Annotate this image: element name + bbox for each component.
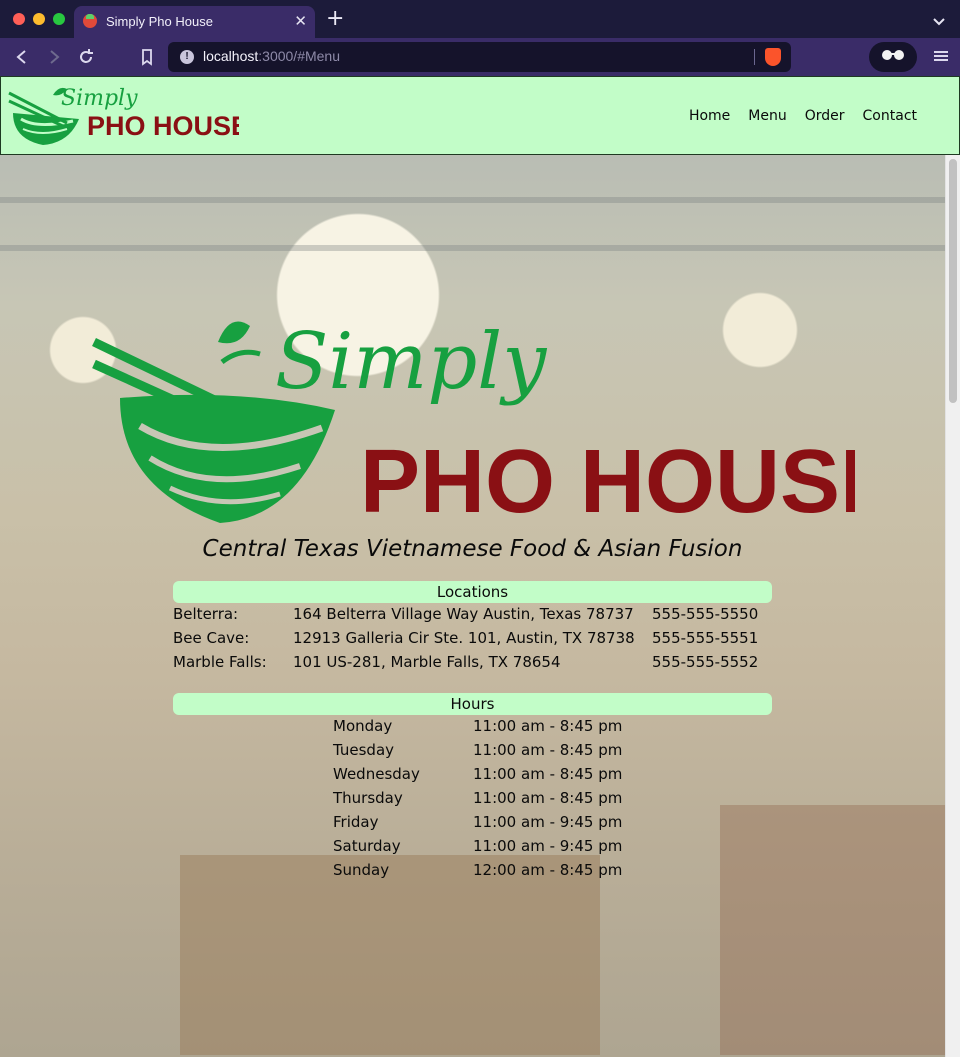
nav-link-order[interactable]: Order [805, 108, 845, 124]
nav-logo-name: PHO HOUSE [87, 111, 239, 141]
hours-day: Tuesday [333, 741, 395, 759]
location-phone[interactable]: 555-555-5550 [652, 605, 758, 623]
page-viewport: Simply PHO HOUSE Home Menu Order Contact [0, 76, 960, 1057]
back-button[interactable] [11, 46, 33, 68]
hours-time: 11:00 am - 9:45 pm [473, 837, 623, 855]
hours-day: Friday [333, 813, 379, 831]
location-name: Belterra: [173, 605, 239, 623]
tagline: Central Texas Vietnamese Food & Asian Fu… [202, 536, 743, 562]
location-address: 164 Belterra Village Way Austin, Texas 7… [293, 605, 634, 623]
reload-icon [80, 49, 93, 63]
forward-arrow-icon [50, 50, 60, 64]
location-row: Bee Cave: 12913 Galleria Cir Ste. 101, A… [173, 629, 773, 653]
hero-section: Simply PHO HOUSE Central Texas Vietnames… [0, 155, 945, 1057]
url-text[interactable]: localhost:3000/#Menu [203, 48, 340, 64]
url-host: localhost [203, 48, 259, 64]
nav-link-home[interactable]: Home [689, 108, 730, 124]
hours-row: Sunday 12:00 am - 8:45 pm [333, 861, 633, 885]
brave-shields-icon[interactable] [765, 48, 781, 66]
hours-time: 11:00 am - 8:45 pm [473, 789, 623, 807]
hours-day: Monday [333, 717, 393, 735]
hero-logo: Simply PHO HOUSE [92, 318, 855, 528]
nav-link-contact[interactable]: Contact [863, 108, 917, 124]
nav-link-menu[interactable]: Menu [748, 108, 786, 124]
hero-logo-name: PHO HOUSE [360, 432, 855, 528]
browser-menu-icon[interactable] [934, 48, 948, 67]
locations-header: Locations [173, 581, 772, 603]
close-window-button[interactable] [13, 13, 25, 25]
tab-list-chevron-icon[interactable] [932, 12, 946, 31]
browser-tab-active[interactable]: Simply Pho House ✕ [74, 6, 315, 38]
bookmark-button[interactable] [136, 46, 158, 68]
hero-logo-script: Simply [275, 318, 547, 407]
hours-row: Tuesday 11:00 am - 8:45 pm [333, 741, 633, 765]
forward-button[interactable] [43, 46, 65, 68]
hours-row: Wednesday 11:00 am - 8:45 pm [333, 765, 633, 789]
hours-day: Wednesday [333, 765, 420, 783]
nav-links: Home Menu Order Contact [671, 108, 917, 124]
hours-time: 11:00 am - 8:45 pm [473, 741, 623, 759]
site-info-icon[interactable]: ! [180, 50, 194, 64]
private-glasses-icon[interactable] [869, 42, 917, 72]
page-scrollbar[interactable] [945, 155, 960, 1057]
hours-row: Friday 11:00 am - 9:45 pm [333, 813, 633, 837]
bowl-favicon-icon [83, 14, 97, 28]
location-name: Marble Falls: [173, 653, 267, 671]
nav-logo-script: Simply [61, 86, 138, 111]
hours-day: Saturday [333, 837, 401, 855]
site-navbar: Simply PHO HOUSE Home Menu Order Contact [0, 76, 960, 155]
address-bar-divider [754, 49, 755, 65]
new-tab-button[interactable]: + [326, 8, 344, 30]
hours-row: Saturday 11:00 am - 9:45 pm [333, 837, 633, 861]
hours-day: Thursday [333, 789, 403, 807]
location-address: 101 US-281, Marble Falls, TX 78654 [293, 653, 561, 671]
hours-time: 11:00 am - 8:45 pm [473, 765, 623, 783]
location-name: Bee Cave: [173, 629, 250, 647]
location-row: Marble Falls: 101 US-281, Marble Falls, … [173, 653, 773, 677]
address-bar[interactable]: ! localhost:3000/#Menu [168, 42, 791, 72]
hours-time: 11:00 am - 9:45 pm [473, 813, 623, 831]
back-arrow-icon [16, 50, 26, 64]
scrollbar-thumb[interactable] [949, 159, 957, 403]
hours-header: Hours [173, 693, 772, 715]
hours-row: Monday 11:00 am - 8:45 pm [333, 717, 633, 741]
maximize-window-button[interactable] [53, 13, 65, 25]
minimize-window-button[interactable] [33, 13, 45, 25]
location-phone[interactable]: 555-555-5552 [652, 653, 758, 671]
bookmark-icon [142, 49, 152, 66]
nav-logo[interactable]: Simply PHO HOUSE [7, 83, 239, 149]
location-row: Belterra: 164 Belterra Village Way Austi… [173, 605, 773, 629]
location-address: 12913 Galleria Cir Ste. 101, Austin, TX … [293, 629, 635, 647]
tab-close-button[interactable]: ✕ [294, 12, 307, 30]
hours-row: Thursday 11:00 am - 8:45 pm [333, 789, 633, 813]
url-path: :3000/#Menu [258, 48, 340, 64]
tab-title: Simply Pho House [106, 14, 213, 29]
hours-day: Sunday [333, 861, 390, 879]
hours-time: 12:00 am - 8:45 pm [473, 861, 623, 879]
browser-tab-bar: Simply Pho House ✕ + [0, 0, 960, 38]
browser-toolbar: ! localhost:3000/#Menu [0, 38, 960, 76]
location-phone[interactable]: 555-555-5551 [652, 629, 758, 647]
reload-button[interactable] [75, 46, 97, 68]
hours-time: 11:00 am - 8:45 pm [473, 717, 623, 735]
